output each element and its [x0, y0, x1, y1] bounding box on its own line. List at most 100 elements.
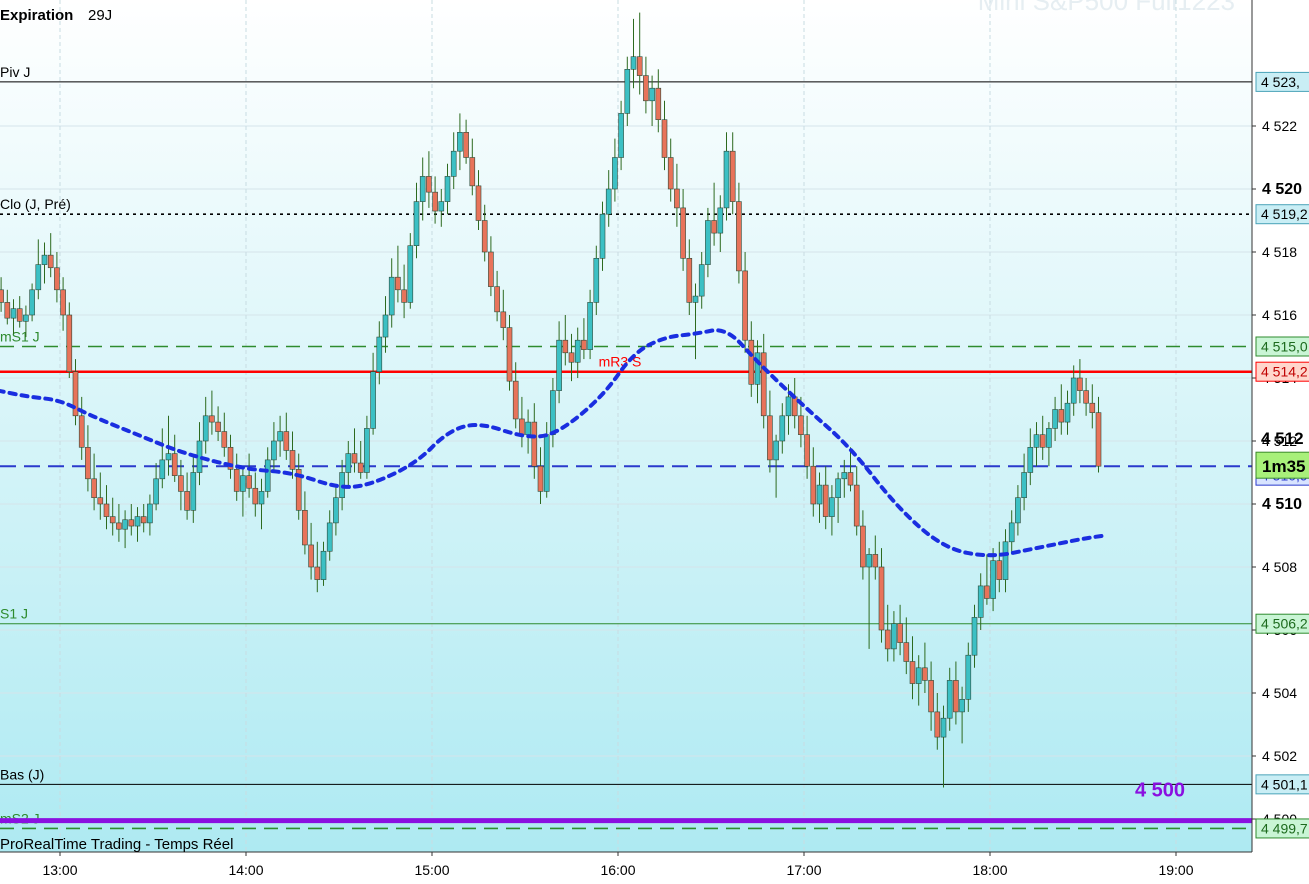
candle-body: [767, 415, 773, 461]
candle-body: [723, 150, 730, 209]
candle-body: [308, 544, 314, 568]
candle-body: [519, 418, 525, 436]
candle-body: [320, 550, 327, 580]
candle-body: [698, 264, 705, 297]
current-price-tag: 4 512: [1261, 429, 1304, 448]
candle-body: [1033, 434, 1040, 448]
candle-body: [804, 434, 810, 467]
candle-body: [271, 440, 277, 461]
price-tick-label: 4 510: [1262, 496, 1302, 513]
candle-body: [1089, 402, 1096, 413]
level-label: Piv J: [0, 64, 30, 80]
expiration-label: Expiration: [0, 7, 73, 24]
level-label: Clo (J, Pré): [0, 196, 71, 212]
candle-body: [866, 554, 872, 568]
candle-body: [326, 522, 333, 552]
candle-body: [264, 459, 271, 492]
candle-body: [1015, 497, 1021, 524]
candle-body: [860, 525, 866, 568]
candle-body: [116, 522, 122, 530]
candle-body: [742, 270, 748, 341]
time-tick-label: 16:00: [600, 862, 635, 878]
candle-body: [531, 421, 538, 467]
candle-body: [984, 585, 990, 599]
candle-body: [258, 491, 265, 505]
candle-body: [760, 352, 767, 417]
chart-root: Mini S&P500 Full1223 Piv J Clo (J, Pré) mS…: [0, 0, 1309, 879]
candle-body: [29, 289, 35, 316]
candle-body: [444, 176, 451, 202]
candle-body: [562, 339, 569, 354]
candle-body: [717, 207, 724, 234]
candle-body: [1052, 409, 1058, 429]
expiration-value: 29J: [88, 7, 112, 24]
candle-body: [159, 459, 166, 480]
candle-body: [438, 201, 445, 212]
candle-body: [612, 157, 618, 190]
candle-body: [661, 119, 668, 158]
price-tick-label: 4 522: [1262, 118, 1297, 134]
plot-background: [0, 0, 1252, 852]
candle-body: [4, 302, 11, 319]
price-tick-label: 4 516: [1262, 307, 1297, 323]
candle-body: [1095, 412, 1102, 467]
candle-body: [779, 415, 786, 442]
candle-body: [283, 431, 290, 451]
candle-body: [395, 276, 401, 291]
countdown-label: 1m35: [1262, 457, 1305, 476]
time-tick-label: 13:00: [42, 862, 77, 878]
candle-body: [729, 150, 736, 202]
candle-body: [0, 289, 4, 303]
price-tag-label: 4 519,2: [1261, 206, 1308, 222]
candle-body: [543, 434, 550, 492]
candle-body: [680, 207, 686, 259]
candle-body: [996, 560, 1003, 580]
candle-body: [202, 415, 209, 442]
candle-body: [816, 484, 823, 505]
candle-body: [463, 132, 469, 158]
candle-body: [233, 469, 240, 492]
price-tick-label: 4 502: [1262, 748, 1297, 764]
candle-body: [736, 201, 742, 272]
candle-body: [16, 308, 23, 322]
candle-body: [705, 220, 711, 265]
candlestick-chart: Mini S&P500 Full1223 Piv J Clo (J, Pré) mS…: [0, 0, 1309, 879]
level-label: S1 J: [0, 606, 28, 622]
candle-body: [240, 475, 246, 492]
candle-body: [711, 220, 717, 234]
candle-body: [97, 497, 104, 505]
platform-label: ProRealTime Trading - Temps Réel: [0, 836, 233, 853]
candle-body: [91, 478, 97, 498]
candle-body: [165, 453, 172, 461]
candle-body: [556, 339, 562, 391]
candle-body: [184, 491, 190, 511]
price-tag-label: 4 514,2: [1261, 364, 1308, 380]
candle-body: [401, 289, 407, 303]
candle-body: [382, 314, 389, 338]
candle-body: [810, 465, 817, 505]
time-tick-label: 15:00: [414, 862, 449, 878]
candle-body: [630, 56, 637, 70]
candle-body: [990, 560, 996, 599]
candle-body: [667, 157, 674, 190]
candle-body: [78, 415, 85, 448]
candle-body: [364, 428, 370, 473]
candle-body: [171, 453, 178, 476]
candle-body: [252, 487, 259, 505]
candle-body: [475, 185, 482, 221]
candle-body: [537, 465, 544, 492]
candle-body: [376, 336, 383, 372]
candle-body: [450, 150, 457, 177]
candle-body: [388, 276, 395, 316]
price-tick-label: 4 518: [1262, 244, 1297, 260]
price-tag-label: 4 515,0: [1261, 339, 1308, 355]
candle-body: [605, 188, 612, 215]
candle-body: [345, 453, 352, 473]
candle-body: [432, 191, 438, 212]
candle-body: [1046, 428, 1052, 448]
candle-body: [426, 176, 432, 193]
price-tag-label: 4 506,2: [1261, 616, 1308, 632]
candle-body: [190, 472, 197, 511]
candle-body: [1064, 402, 1071, 423]
candle-body: [413, 201, 420, 247]
